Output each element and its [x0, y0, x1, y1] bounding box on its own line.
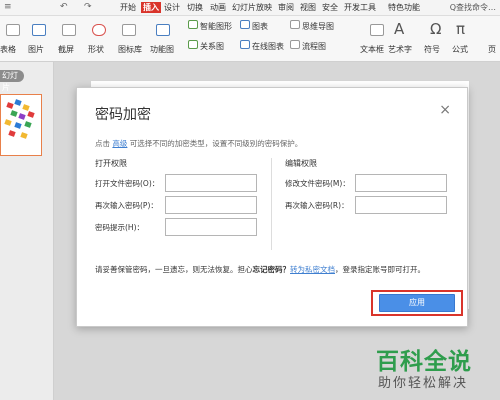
tab-developer[interactable]: 开发工具	[342, 2, 378, 13]
online-chart-icon	[240, 40, 250, 49]
flowchart-icon	[290, 40, 300, 49]
icon-library-button[interactable]: 图标库	[118, 44, 142, 55]
advanced-link[interactable]: 高级	[112, 139, 127, 148]
function-chart-button[interactable]: 功能图	[150, 44, 174, 55]
ribbon-tab-bar: ≡ ↶ ↷ 开始 插入 设计 切换 动画 幻灯片放映 审阅 视图 安全 开发工具…	[0, 0, 500, 16]
open-password-label: 打开文件密码(O)：	[95, 179, 160, 188]
icon-library-icon	[122, 24, 136, 36]
edit-permission-heading: 编辑权限	[285, 159, 317, 168]
tab-slideshow[interactable]: 幻灯片放映	[230, 2, 274, 13]
warning-bold: 忘记密码？	[252, 265, 291, 274]
decor-square	[14, 122, 22, 129]
warning-suffix: ，登录指定账号即可打开。	[335, 265, 425, 274]
table-icon	[6, 24, 20, 36]
tab-insert[interactable]: 插入	[141, 2, 161, 13]
close-icon[interactable]: ×	[439, 102, 451, 118]
screenshot-button[interactable]: 截屏	[58, 44, 74, 55]
table-button[interactable]: 表格	[0, 44, 16, 55]
tip-prefix: 点击	[95, 139, 110, 148]
symbol-icon: Ω	[430, 20, 442, 38]
smart-shape-button[interactable]: 智能图形	[200, 21, 232, 32]
screenshot-icon	[62, 24, 76, 36]
mindmap-button[interactable]: 思维导图	[302, 21, 334, 32]
apply-button[interactable]: 应用	[379, 294, 455, 312]
art-text-button[interactable]: 艺术字	[388, 44, 412, 55]
smart-shape-icon	[188, 20, 198, 29]
function-chart-icon	[156, 24, 170, 36]
tab-view[interactable]: 视图	[298, 2, 318, 13]
decor-square	[8, 130, 16, 137]
decor-square	[14, 99, 22, 106]
edit-password-input[interactable]	[355, 174, 447, 192]
private-document-link[interactable]: 转为私密文档	[290, 265, 335, 274]
decor-square	[4, 119, 12, 126]
relation-chart-icon	[188, 40, 198, 49]
edit-reenter-input[interactable]	[355, 196, 447, 214]
section-divider	[271, 158, 272, 250]
flowchart-button[interactable]: 流程图	[302, 41, 326, 52]
art-text-icon: A	[394, 20, 405, 38]
tab-design[interactable]: 设计	[162, 2, 182, 13]
open-permission-heading: 打开权限	[95, 159, 127, 168]
menu-icon[interactable]: ≡	[4, 2, 12, 12]
tab-features[interactable]: 特色功能	[386, 2, 422, 13]
tab-animation[interactable]: 动画	[208, 2, 228, 13]
slide-thumbnail[interactable]	[0, 94, 42, 156]
open-reenter-input[interactable]	[165, 196, 257, 214]
chart-icon	[240, 20, 250, 29]
tip-suffix: 可选择不同的加密类型，设置不同级别的密码保护。	[129, 139, 303, 148]
slide-panel: 幻灯片	[0, 62, 54, 400]
decor-square	[10, 110, 18, 117]
dialog-title: 密码加密	[95, 107, 151, 123]
password-warning: 请妥善保管密码，一旦遗忘，则无法恢复。担心忘记密码？转为私密文档，登录指定账号即…	[95, 264, 425, 275]
open-password-input[interactable]	[165, 174, 257, 192]
shape-button[interactable]: 形状	[88, 44, 104, 55]
relation-chart-button[interactable]: 关系图	[200, 41, 224, 52]
password-encryption-dialog: 密码加密 × 点击 高级 可选择不同的加密类型，设置不同级别的密码保护。 打开权…	[76, 87, 468, 327]
undo-icon[interactable]: ↶	[60, 2, 68, 12]
decor-square	[22, 104, 30, 111]
password-hint-label: 密码提示(H)：	[95, 223, 144, 232]
decor-square	[6, 102, 14, 109]
open-reenter-label: 再次输入密码(P)：	[95, 201, 158, 210]
formula-icon: π	[456, 20, 466, 38]
tab-security[interactable]: 安全	[320, 2, 340, 13]
formula-button[interactable]: 公式	[452, 44, 468, 55]
picture-icon	[32, 24, 46, 36]
decor-square	[18, 113, 26, 120]
redo-icon[interactable]: ↷	[84, 2, 92, 12]
tab-home[interactable]: 开始	[118, 2, 138, 13]
edit-password-label: 修改文件密码(M)：	[285, 179, 350, 188]
warning-text: 请妥善保管密码，一旦遗忘，则无法恢复。担心	[95, 265, 253, 274]
watermark-brand: 百科全说	[376, 349, 472, 375]
dialog-tip: 点击 高级 可选择不同的加密类型，设置不同级别的密码保护。	[95, 138, 302, 149]
online-chart-button[interactable]: 在线图表	[252, 41, 284, 52]
decor-square	[24, 121, 32, 128]
ribbon: 表格 图片 截屏 形状 图标库 功能图 智能图形 关系图 图表 在线图表 思维导…	[0, 16, 500, 62]
tab-review[interactable]: 审阅	[276, 2, 296, 13]
watermark-slogan: 助你轻松解决	[378, 376, 469, 391]
command-search[interactable]: Q查找命令…	[450, 2, 496, 13]
tab-transition[interactable]: 切换	[185, 2, 205, 13]
decor-square	[20, 132, 28, 139]
slides-tab[interactable]: 幻灯片	[0, 70, 24, 92]
header-button[interactable]: 页	[488, 44, 496, 55]
mindmap-icon	[290, 20, 300, 29]
shape-icon	[92, 24, 106, 36]
textbox-icon	[370, 24, 384, 36]
picture-button[interactable]: 图片	[28, 44, 44, 55]
decor-square	[27, 111, 35, 118]
chart-button[interactable]: 图表	[252, 21, 268, 32]
textbox-button[interactable]: 文本框	[360, 44, 384, 55]
password-hint-input[interactable]	[165, 218, 257, 236]
edit-reenter-label: 再次输入密码(R)：	[285, 201, 349, 210]
symbol-button[interactable]: 符号	[424, 44, 440, 55]
